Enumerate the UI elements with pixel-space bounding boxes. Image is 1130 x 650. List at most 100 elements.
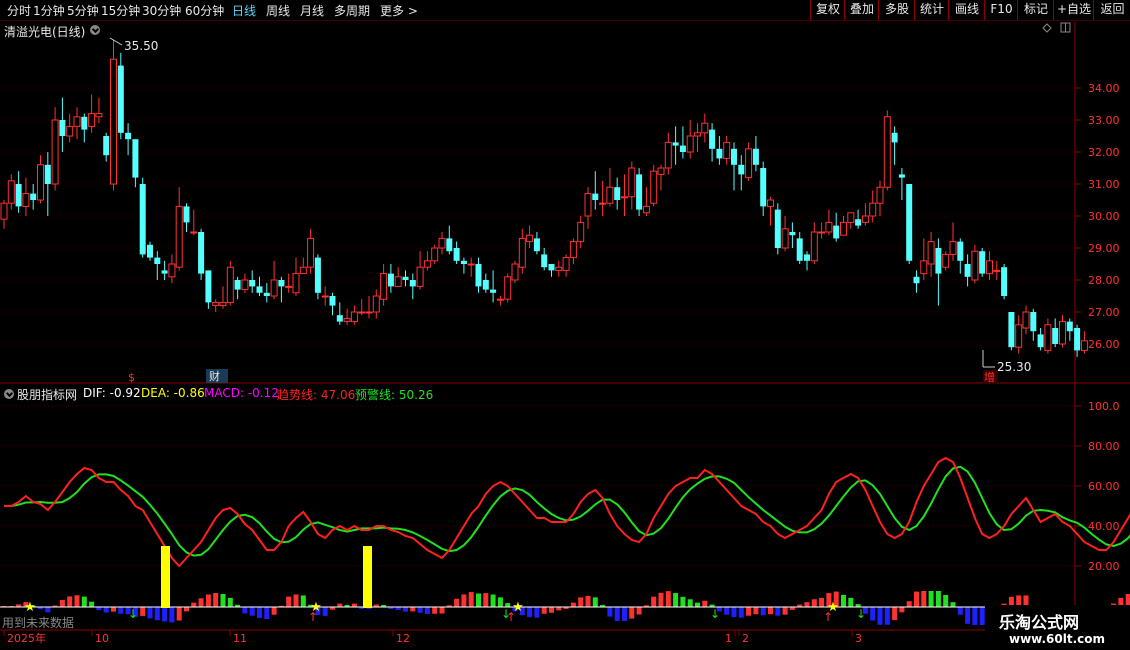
candle-body (88, 113, 96, 127)
macd-bar (89, 601, 95, 607)
date-tick-label: 10 (95, 632, 109, 645)
macd-bar (527, 607, 533, 618)
macd-bar (140, 607, 146, 616)
macd-bar (454, 598, 460, 607)
candle-body (234, 280, 241, 290)
candle-body (760, 168, 767, 207)
candle-body (132, 139, 139, 178)
candle-body (1044, 324, 1052, 351)
price-tick-label: 28.00 (1088, 274, 1120, 287)
indicator-axis-ticks: 100.0 80.00 60.00 40.00 20.00 (1075, 400, 1120, 573)
macd-bar (490, 594, 496, 607)
candle-body (986, 260, 993, 275)
candle-body (409, 280, 416, 287)
date-axis: 2025年 10 11 12 2 3 1 (3, 630, 862, 645)
macd-bar (45, 607, 51, 613)
macd-bar (848, 597, 854, 607)
candle-body (701, 122, 709, 134)
candle-body (212, 301, 220, 307)
date-tick-label: 2 (742, 632, 749, 645)
candle-body (927, 241, 935, 265)
macd-bar (614, 607, 620, 621)
stock-chart[interactable]: 34.00 33.00 32.00 31.00 30.00 29.00 28.00 27.00… (0, 0, 1130, 650)
candle-body (592, 193, 599, 200)
candle-body (789, 232, 796, 236)
future-data-note: 用到未来数据 (2, 616, 75, 630)
price-tick-label: 31.00 (1088, 178, 1120, 191)
macd-bar (629, 607, 635, 619)
date-tick-label: 1 (725, 632, 732, 645)
macd-bar (293, 594, 299, 607)
macd-bar (636, 607, 642, 615)
candle-body (44, 164, 51, 184)
macd-bar (658, 592, 664, 607)
increase-marker[interactable]: 增 (984, 370, 995, 384)
candle-body (358, 311, 366, 314)
candle-body (541, 254, 548, 268)
candle-body (825, 221, 833, 233)
candle-body (460, 260, 467, 264)
buy-signal-bar (363, 546, 372, 608)
candle-body (329, 296, 336, 306)
candle-body (453, 248, 460, 261)
candle-body (372, 295, 380, 313)
candle-body (299, 266, 307, 275)
candle-body (37, 164, 44, 201)
candle-body (628, 167, 636, 198)
down-arrow-icon: ↓ (710, 607, 720, 621)
candle-body (781, 228, 789, 249)
macd-bar (300, 595, 306, 607)
macd-bar (59, 600, 65, 607)
dividend-marker[interactable]: $ (128, 371, 135, 384)
candle-body (745, 148, 753, 179)
macd-bar (184, 607, 189, 612)
candle-body (256, 286, 263, 293)
macd-bar (622, 607, 627, 621)
macd-bar (950, 602, 956, 607)
financial-marker[interactable]: 财 (209, 369, 220, 383)
candle-body (446, 238, 453, 252)
candle-body (431, 247, 439, 262)
price-tick-label: 33.00 (1088, 114, 1120, 127)
diamond-icon[interactable] (1042, 23, 1052, 33)
macd-bar (461, 594, 467, 607)
down-arrow-icon: ↓ (856, 607, 866, 621)
macd-bar (111, 607, 116, 612)
candle-body (205, 270, 212, 303)
macd-bar (534, 607, 540, 618)
macd-bar (819, 597, 825, 607)
indicator-menu-icon[interactable] (4, 389, 14, 399)
candle-body (387, 273, 394, 287)
candle-body (942, 253, 950, 268)
candle-body (73, 116, 81, 127)
macd-bar (687, 599, 693, 607)
macd-bar (103, 607, 109, 613)
candle-body (394, 276, 402, 287)
macd-bar (213, 593, 219, 607)
macd-bar (906, 601, 912, 607)
dea-value: DEA: -0.86 (141, 386, 205, 400)
macd-bar (176, 607, 182, 621)
macd-bar (884, 607, 890, 625)
macd-bar (118, 607, 124, 614)
macd-bar (607, 607, 613, 617)
candle-body (833, 225, 840, 239)
macd-bar (680, 596, 686, 607)
macd-bar (585, 595, 591, 607)
candle-body (964, 264, 971, 277)
macd-bar (549, 607, 554, 613)
candle-body (774, 209, 781, 248)
indicator-tick-label: 80.00 (1088, 440, 1120, 453)
macd-bar (877, 607, 883, 625)
indicator-name[interactable]: 股朋指标网 (17, 386, 77, 403)
candle-body (490, 289, 497, 293)
chevron-down-icon[interactable] (90, 25, 100, 35)
candle-body (292, 273, 300, 294)
candle-body (482, 280, 489, 290)
candle-body (657, 167, 665, 175)
macd-bar (169, 607, 175, 623)
candle-body (1052, 328, 1059, 344)
star-icon: ★ (24, 600, 36, 615)
macd-bar (205, 594, 211, 607)
candle-body (321, 295, 329, 298)
